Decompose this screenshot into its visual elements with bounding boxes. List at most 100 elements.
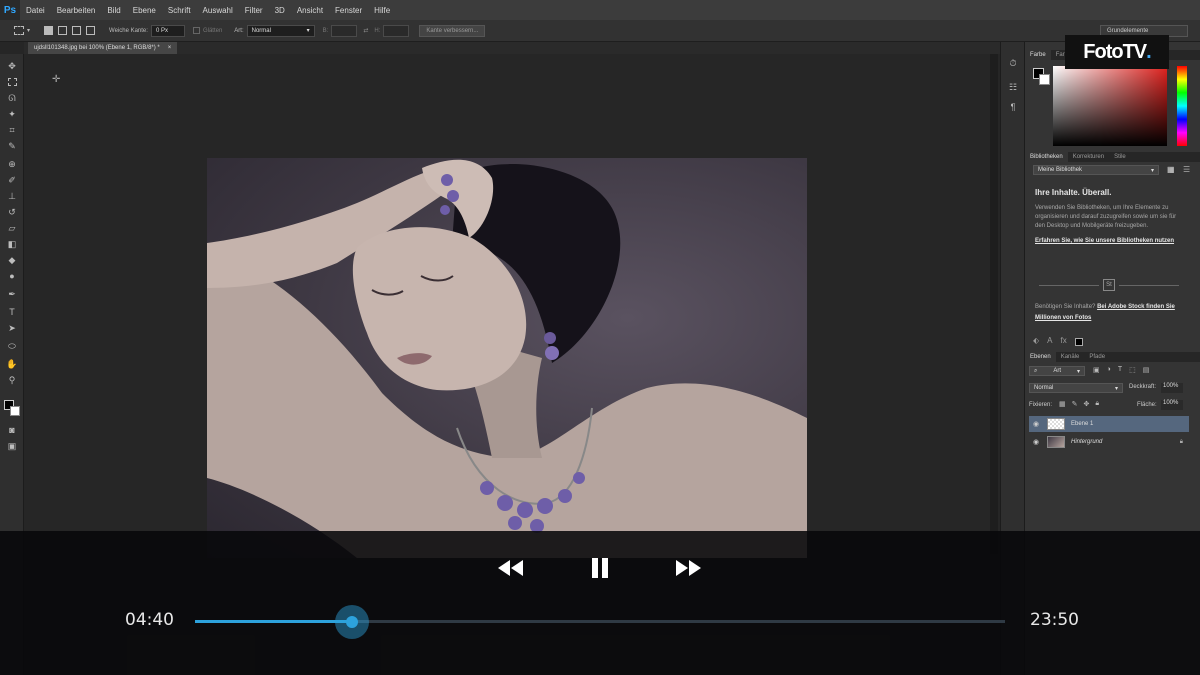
pause-button[interactable] <box>585 557 615 579</box>
menu-ansicht[interactable]: Ansicht <box>291 6 329 15</box>
marquee-tool-icon[interactable] <box>6 76 18 88</box>
menu-fenster[interactable]: Fenster <box>329 6 368 15</box>
zoom-tool-icon[interactable]: ⚲ <box>6 374 18 386</box>
grid-view-icon[interactable]: ▦ <box>1167 165 1177 175</box>
subtract-selection-icon[interactable] <box>72 26 82 35</box>
filter-type-icon[interactable]: T <box>1118 366 1122 376</box>
lock-pixels-icon[interactable]: ✎ <box>1072 400 1078 408</box>
filter-smart-object-icon[interactable]: ▤ <box>1143 366 1150 376</box>
dodge-tool-icon[interactable]: ● <box>6 270 18 282</box>
seek-bar[interactable] <box>195 605 1005 639</box>
lock-all-icon[interactable]: 🔒︎ <box>1095 400 1099 408</box>
lock-position-icon[interactable]: ✥ <box>1084 400 1090 408</box>
add-character-style-icon[interactable]: A <box>1047 336 1052 348</box>
chevron-down-icon: ▾ <box>1114 385 1118 392</box>
tab-ebenen[interactable]: Ebenen <box>1025 352 1056 362</box>
add-color-icon[interactable] <box>1074 338 1083 346</box>
filter-adjustment-icon[interactable]: ◑ <box>1107 366 1111 376</box>
background-color-swatch[interactable] <box>10 406 20 416</box>
intersect-selection-icon[interactable] <box>86 26 96 35</box>
fast-forward-button[interactable] <box>674 557 704 579</box>
menu-datei[interactable]: Datei <box>20 6 51 15</box>
add-selection-icon[interactable] <box>58 26 68 35</box>
library-learn-link[interactable]: Erfahren Sie, wie Sie unsere Bibliotheke… <box>1035 237 1185 245</box>
library-select[interactable]: Meine Bibliothek ▾ <box>1033 165 1159 175</box>
magic-wand-icon[interactable]: ✦ <box>6 108 18 120</box>
screen-mode-icon[interactable]: ▣ <box>6 440 18 452</box>
tab-kanaele[interactable]: Kanäle <box>1056 352 1085 362</box>
blur-tool-icon[interactable]: ◆ <box>6 254 18 266</box>
layer-row-hintergrund[interactable]: ◉ Hintergrund 🔒︎ <box>1029 434 1189 450</box>
menu-filter[interactable]: Filter <box>239 6 269 15</box>
properties-panel-icon[interactable]: ☷ <box>1006 80 1020 94</box>
chevron-down-icon[interactable]: ▾ <box>27 27 30 34</box>
width-input[interactable] <box>331 24 358 37</box>
hand-tool-icon[interactable]: ✋ <box>6 358 18 370</box>
lock-transparency-icon[interactable]: ▦ <box>1059 400 1066 408</box>
move-tool-icon[interactable]: ✥ <box>6 60 18 72</box>
feather-input[interactable]: 0 Px <box>150 24 185 37</box>
tab-korrekturen[interactable]: Korrekturen <box>1068 152 1109 162</box>
hue-slider[interactable] <box>1177 66 1187 146</box>
fill-input[interactable]: 100% <box>1161 400 1183 410</box>
layer-filter-icons: ▣ ◑ T ⬚ ▤ <box>1093 366 1189 376</box>
history-brush-icon[interactable]: ↺ <box>6 206 18 218</box>
marquee-tool-icon[interactable] <box>14 26 24 35</box>
gradient-tool-icon[interactable]: ◧ <box>6 238 18 250</box>
antialias-checkbox[interactable] <box>192 27 200 34</box>
menu-3d[interactable]: 3D <box>269 6 291 15</box>
eyedropper-icon[interactable]: ✎ <box>6 140 18 152</box>
new-selection-icon[interactable] <box>44 26 54 35</box>
eraser-tool-icon[interactable]: ▱ <box>6 222 18 234</box>
brush-tool-icon[interactable]: ✐ <box>6 174 18 186</box>
menu-bild[interactable]: Bild <box>101 6 126 15</box>
stamp-tool-icon[interactable]: ⊥ <box>6 190 18 202</box>
filter-shape-icon[interactable]: ⬚ <box>1129 366 1136 376</box>
tab-farbe[interactable]: Farbe <box>1025 50 1051 60</box>
blend-mode-select[interactable]: Normal ▾ <box>1029 383 1123 393</box>
paragraph-panel-icon[interactable]: ¶ <box>1006 100 1020 114</box>
list-view-icon[interactable]: ☰ <box>1183 165 1193 175</box>
tab-bibliotheken[interactable]: Bibliotheken <box>1025 152 1068 162</box>
rewind-button[interactable] <box>495 557 525 579</box>
color-picker-field[interactable] <box>1053 66 1167 146</box>
menu-schrift[interactable]: Schrift <box>162 6 197 15</box>
shape-tool-icon[interactable]: ⬭ <box>6 340 18 352</box>
pen-tool-icon[interactable]: ✒ <box>6 288 18 300</box>
opacity-input[interactable]: 100% <box>1161 383 1183 393</box>
lasso-tool-icon[interactable]: ᘏ <box>6 92 18 104</box>
menu-bearbeiten[interactable]: Bearbeiten <box>51 6 102 15</box>
add-layer-style-icon[interactable]: fx <box>1061 336 1067 348</box>
history-panel-icon[interactable]: ⏱ <box>1006 56 1020 70</box>
type-tool-icon[interactable]: T <box>6 306 18 318</box>
color-background-swatch[interactable] <box>1039 74 1050 85</box>
layer-filter-select[interactable]: ⌕ Art ▾ <box>1029 366 1085 376</box>
menu-ebene[interactable]: Ebene <box>127 6 162 15</box>
tab-pfade[interactable]: Pfade <box>1084 352 1110 362</box>
add-graphic-icon[interactable]: ⬖ <box>1033 336 1039 348</box>
fototv-logo-text: FotoTV <box>1083 40 1147 63</box>
style-value: Normal <box>251 27 271 34</box>
document-tab[interactable]: ujdsll101348.jpg bei 100% (Ebene 1, RGB/… <box>28 42 178 54</box>
swap-icon[interactable]: ⇄ <box>363 27 368 34</box>
close-icon[interactable]: × <box>168 45 172 51</box>
height-input[interactable] <box>383 24 410 37</box>
eye-icon[interactable]: ◉ <box>1029 420 1043 428</box>
eye-icon[interactable]: ◉ <box>1029 438 1043 446</box>
style-select[interactable]: Normal ▾ <box>246 24 315 37</box>
document-image[interactable] <box>207 158 807 558</box>
layer-row-ebene-1[interactable]: ◉ Ebene 1 <box>1029 416 1189 432</box>
crop-tool-icon[interactable]: ⌗ <box>6 124 18 136</box>
path-selection-icon[interactable]: ➤ <box>6 322 18 334</box>
tab-stile[interactable]: Stile <box>1109 152 1131 162</box>
healing-brush-icon[interactable]: ⊕ <box>6 158 18 170</box>
vertical-scrollbar[interactable] <box>990 54 998 554</box>
menu-auswahl[interactable]: Auswahl <box>197 6 239 15</box>
menu-hilfe[interactable]: Hilfe <box>368 6 396 15</box>
filter-pixel-icon[interactable]: ▣ <box>1093 366 1100 376</box>
seek-bar-thumb[interactable] <box>335 605 370 639</box>
chevron-down-icon: ▾ <box>1076 368 1080 375</box>
quick-mask-icon[interactable]: ◙ <box>6 424 18 436</box>
refine-edge-button[interactable]: Kante verbessern... <box>419 24 486 37</box>
search-icon: ⌕ <box>1034 367 1038 374</box>
